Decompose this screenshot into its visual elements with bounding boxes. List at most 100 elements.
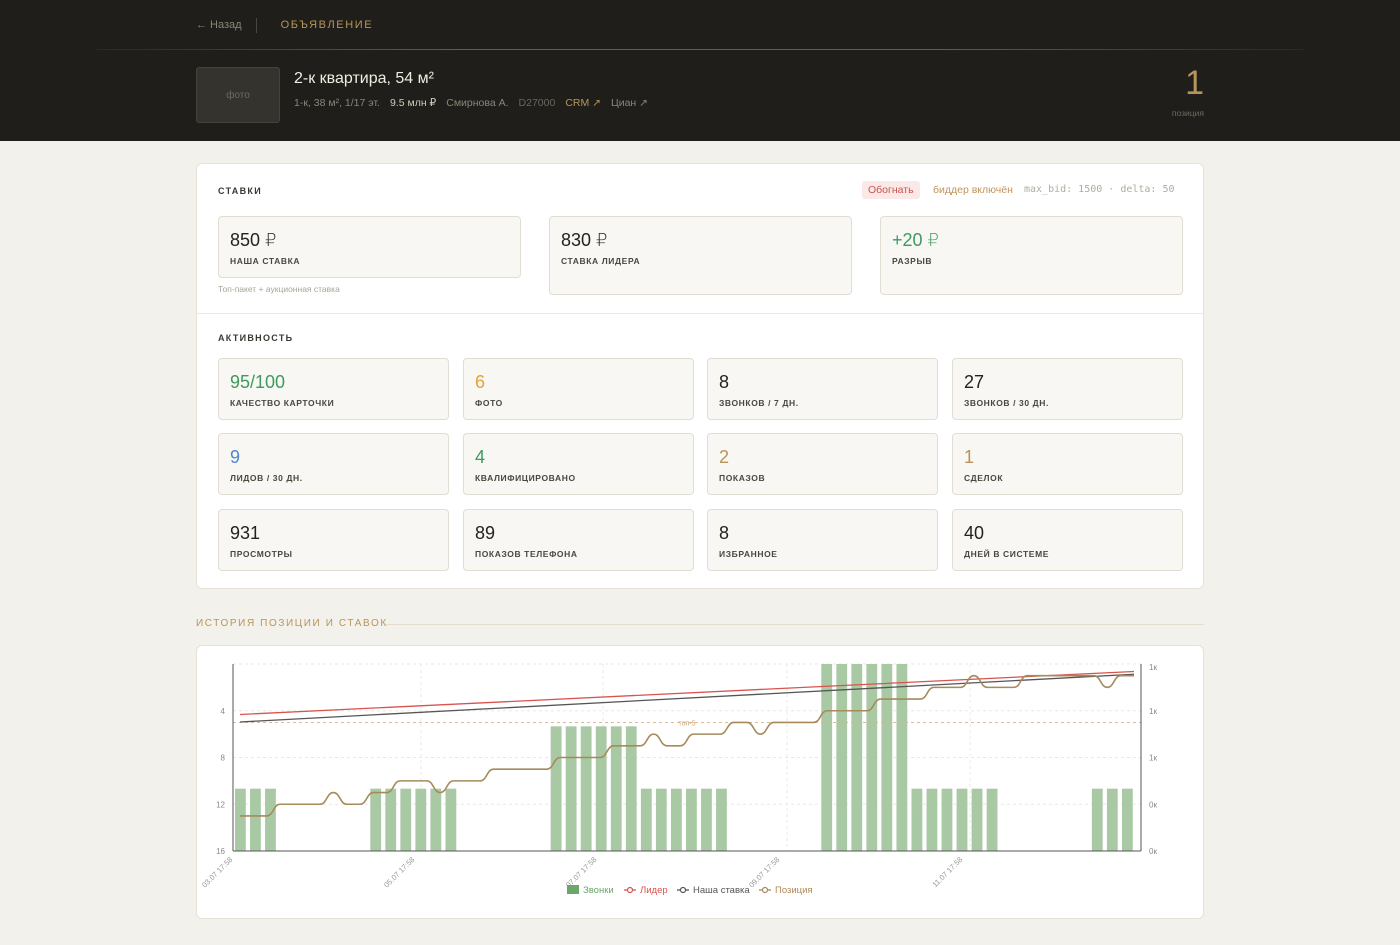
activity-value: 931 bbox=[230, 523, 261, 543]
activity-value: 8 bbox=[719, 523, 730, 543]
listing-meta: 1-к, 38 м², 1/17 эт. 9.5 млн ₽ Смирнова … bbox=[294, 97, 648, 109]
crm-link[interactable]: CRM ↗ bbox=[565, 97, 601, 109]
activity-value: 9 bbox=[230, 447, 241, 467]
cian-link[interactable]: Циан ↗ bbox=[611, 97, 648, 109]
legend-label: Лидер bbox=[640, 885, 668, 896]
position-label: позиция bbox=[1171, 108, 1204, 118]
legend-label: Звонки bbox=[583, 885, 614, 896]
legend-swatch-dot bbox=[679, 886, 687, 894]
history-title: ИСТОРИЯ ПОЗИЦИИ И СТАВОК bbox=[196, 618, 388, 629]
leader-bid-value: 830 ₽ bbox=[561, 230, 608, 250]
calls-bar bbox=[235, 788, 246, 851]
activity-label: ЗВОНКОВ / 7 ДН. bbox=[719, 398, 799, 408]
calls-bar bbox=[716, 788, 727, 851]
calls-bar bbox=[941, 788, 953, 851]
activity-tile: 40 ДНЕЙ В СИСТЕМЕ bbox=[952, 509, 1183, 571]
our-bid-note: Топ-пакет + аукционная ставка bbox=[218, 284, 340, 294]
activity-tile: 6 ФОТО bbox=[463, 358, 694, 420]
x-tick-label: 03.07 17:58 bbox=[200, 855, 234, 889]
activity-value: 6 bbox=[475, 372, 486, 392]
calls-bar bbox=[370, 788, 382, 851]
position-value: 1 bbox=[1185, 64, 1204, 102]
calls-bar bbox=[430, 788, 442, 851]
activity-label: ЛИДОВ / 30 ДН. bbox=[230, 473, 303, 483]
legend-swatch-dot bbox=[761, 886, 769, 894]
calls-bar bbox=[595, 726, 607, 851]
our-bid-label: НАША СТАВКА bbox=[230, 256, 301, 266]
calls-bar bbox=[851, 664, 863, 851]
section-divider bbox=[197, 313, 1203, 314]
calls-bar bbox=[986, 788, 998, 851]
bids-title: СТАВКИ bbox=[218, 186, 262, 196]
calls-bar bbox=[445, 788, 457, 851]
x-tick-label: 11.07 17:58 bbox=[930, 855, 964, 889]
listing-price: 9.5 млн ₽ bbox=[389, 97, 437, 109]
gap-label: РАЗРЫВ bbox=[892, 256, 933, 266]
right-tick-label: 0к bbox=[1149, 800, 1157, 809]
history-chart-svg: топ-5 4 8 12 16 1к 1к 1к 0к 0к 03.07 17:58 05.07 17… bbox=[200, 663, 1157, 896]
left-tick-label: 16 bbox=[216, 847, 225, 856]
calls-bar bbox=[956, 788, 968, 851]
calls-bar bbox=[265, 788, 276, 851]
activity-label: ИЗБРАННОЕ bbox=[719, 549, 778, 559]
calls-bar bbox=[881, 664, 893, 851]
legend-swatch bbox=[567, 885, 579, 894]
activity-label: ЗВОНКОВ / 30 ДН. bbox=[964, 398, 1049, 408]
top5-label: топ-5 bbox=[678, 720, 695, 727]
leader-bid-label: СТАВКА ЛИДЕРА bbox=[561, 256, 641, 266]
calls-bar bbox=[655, 788, 667, 851]
calls-bar bbox=[866, 664, 878, 851]
activity-label: КАЧЕСТВО КАРТОЧКИ bbox=[230, 398, 335, 408]
activity-tile: 8 ИЗБРАННОЕ bbox=[707, 509, 938, 571]
activity-value: 1 bbox=[964, 447, 975, 467]
our-bid-tile: 850 ₽ НАША СТАВКА bbox=[218, 216, 521, 278]
listing-details: 1-к, 38 м², 1/17 эт. bbox=[294, 97, 380, 109]
activity-title: АКТИВНОСТЬ bbox=[218, 333, 294, 343]
activity-tile: 2 ПОКАЗОВ bbox=[707, 433, 938, 495]
history-rule bbox=[386, 624, 1204, 625]
activity-label: СДЕЛОК bbox=[964, 473, 1004, 483]
activity-tile: 4 КВАЛИФИЦИРОВАНО bbox=[463, 433, 694, 495]
listing-title: 2-к квартира, 54 м² bbox=[294, 70, 434, 87]
calls-bar bbox=[836, 664, 848, 851]
activity-value: 8 bbox=[719, 372, 730, 392]
calls-bar bbox=[640, 788, 652, 851]
right-tick-label: 1к bbox=[1149, 663, 1157, 672]
activity-tile: 95/100 КАЧЕСТВО КАРТОЧКИ bbox=[218, 358, 449, 420]
activity-tile: 1 СДЕЛОК bbox=[952, 433, 1183, 495]
calls-bar bbox=[565, 726, 577, 851]
listing-agent: Смирнова А. bbox=[446, 97, 509, 109]
listing-code: D27000 bbox=[518, 97, 556, 109]
right-tick-label: 0к bbox=[1149, 847, 1157, 856]
legend-label: Наша ставка bbox=[693, 885, 750, 896]
overtake-button[interactable]: Обогнать bbox=[862, 181, 920, 199]
nav-divider bbox=[255, 17, 257, 33]
right-tick-label: 1к bbox=[1149, 754, 1157, 763]
calls-bar bbox=[896, 664, 908, 851]
activity-label: ПОКАЗОВ bbox=[719, 473, 766, 483]
top-nav: ← Назад ОБЪЯВЛЕНИЕ bbox=[196, 17, 373, 33]
activity-value: 4 bbox=[475, 447, 486, 467]
activity-label: ФОТО bbox=[475, 398, 503, 408]
our-bid-value: 850 ₽ bbox=[230, 230, 277, 250]
activity-tile: 89 ПОКАЗОВ ТЕЛЕФОНА bbox=[463, 509, 694, 571]
calls-bar bbox=[686, 788, 697, 851]
left-tick-label: 12 bbox=[216, 800, 225, 809]
listing-photo[interactable]: фото bbox=[196, 67, 280, 123]
left-tick-label: 4 bbox=[221, 707, 226, 716]
calls-bar bbox=[580, 726, 592, 851]
listing-header: ← Назад ОБЪЯВЛЕНИЕ фото 2-к квартира, 54… bbox=[0, 0, 1400, 141]
x-tick-label: 05.07 17:58 bbox=[382, 855, 416, 889]
calls-bar bbox=[415, 788, 427, 851]
back-link[interactable]: ← Назад bbox=[196, 19, 242, 31]
activity-value: 89 bbox=[475, 523, 496, 543]
activity-tile: 8 ЗВОНКОВ / 7 ДН. bbox=[707, 358, 938, 420]
activity-tile: 931 ПРОСМОТРЫ bbox=[218, 509, 449, 571]
calls-bar bbox=[1091, 788, 1103, 851]
stats-card: СТАВКИ Обогнать биддер включён max_bid: … bbox=[196, 163, 1204, 589]
calls-bar bbox=[385, 788, 397, 851]
calls-bar bbox=[926, 788, 938, 851]
calls-bar bbox=[400, 788, 412, 851]
calls-bar bbox=[1106, 788, 1118, 851]
legend-label: Позиция bbox=[775, 885, 813, 896]
